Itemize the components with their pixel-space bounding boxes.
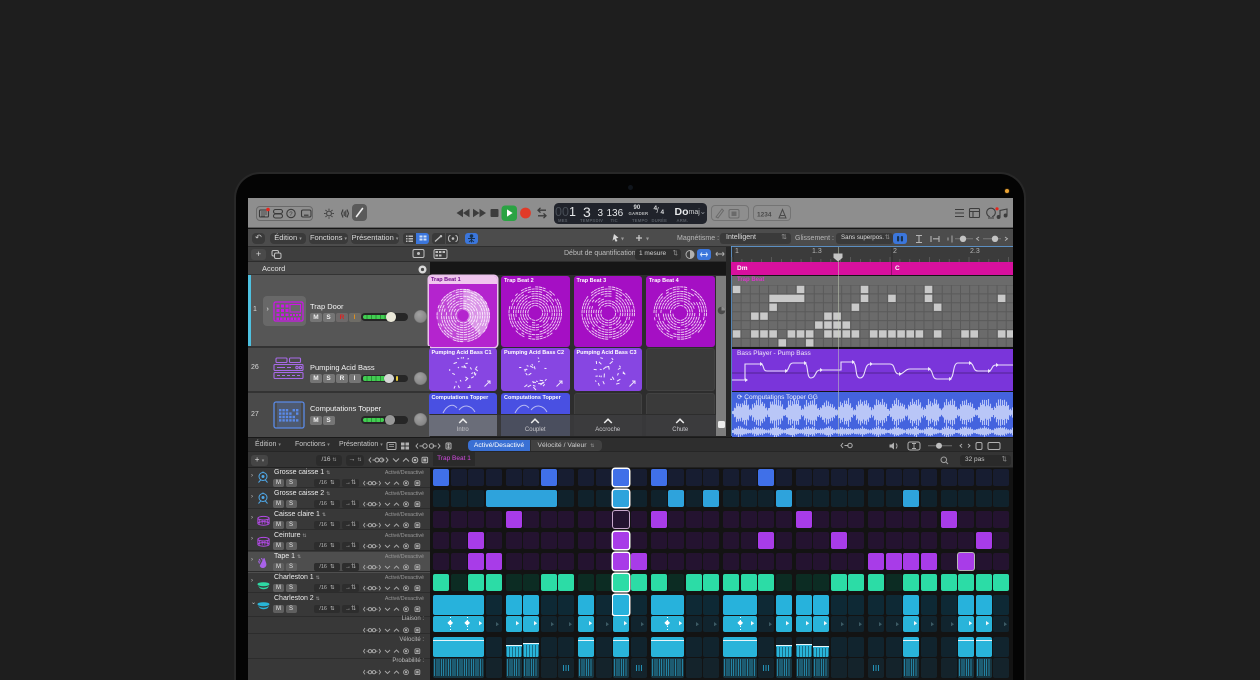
svg-text:▾: ▾ (646, 237, 649, 243)
svg-text:▾: ▾ (621, 237, 624, 243)
svg-text:1234: 1234 (757, 212, 772, 219)
